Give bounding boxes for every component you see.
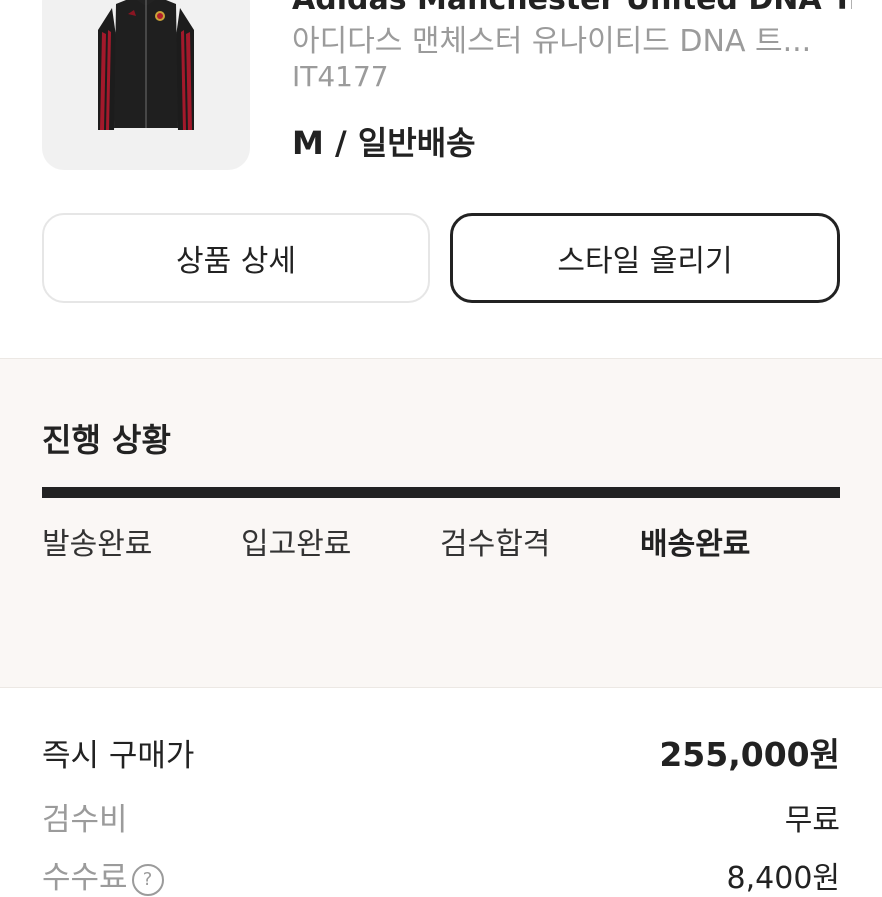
progress-bar (42, 487, 840, 498)
product-thumbnail[interactable] (42, 0, 250, 170)
product-option: M / 일반배송 (292, 124, 476, 162)
product-summary: Adidas Manchester United DNA Tr 아디다스 맨체스… (0, 0, 882, 190)
fee-label: 수수료 (42, 860, 128, 896)
jacket-image (98, 0, 194, 130)
step-shipped: 발송완료 (42, 527, 153, 562)
post-style-button[interactable]: 스타일 올리기 (450, 213, 840, 303)
buy-now-price: 255,000원 (659, 735, 840, 774)
price-row-inspection: 검수비 무료 (42, 794, 840, 839)
inspection-fee-value: 무료 (784, 802, 840, 838)
price-row-fee: 수수료? 8,400원 (42, 852, 840, 897)
price-row-buy-now: 즉시 구매가 255,000원 (42, 728, 840, 776)
inspection-fee-label: 검수비 (42, 802, 128, 838)
product-detail-button[interactable]: 상품 상세 (42, 213, 430, 303)
help-icon[interactable]: ? (131, 863, 164, 896)
step-delivered: 배송완료 (640, 527, 751, 562)
product-name-ko: 아디다스 맨체스터 유나이티드 DNA 트... (292, 24, 812, 59)
progress-section: 진행 상황 발송완료 입고완료 검수합격 배송완료 (0, 358, 882, 688)
buy-now-label: 즉시 구매가 (42, 737, 195, 774)
progress-title: 진행 상황 (42, 421, 171, 459)
fee-value: 8,400원 (726, 860, 840, 896)
product-model-number: IT4177 (292, 60, 389, 93)
product-name-en: Adidas Manchester United DNA Tr (292, 0, 852, 17)
step-inspection-passed: 검수합격 (440, 527, 551, 562)
step-received: 입고완료 (241, 527, 352, 562)
